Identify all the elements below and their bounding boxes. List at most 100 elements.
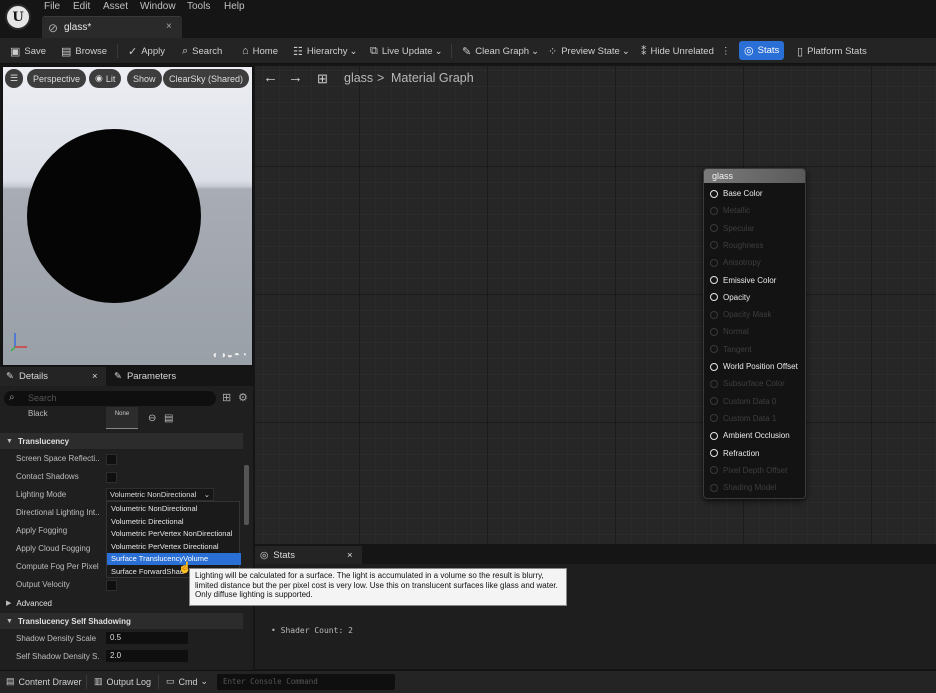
menu-tools[interactable]: Tools: [187, 1, 210, 12]
sky-preset-button[interactable]: ClearSky (Shared): [163, 69, 250, 88]
lighting-mode-dropdown[interactable]: Volumetric NonDirectional ⌄: [106, 488, 214, 501]
pin-label: Custom Data 1: [723, 413, 777, 423]
shadow-density-input[interactable]: 0.5: [106, 632, 188, 644]
tab-details[interactable]: ✎ Details ×: [0, 367, 106, 386]
tab-stats[interactable]: ◎ Stats ×: [255, 546, 362, 564]
viewport-menu-button[interactable]: ☰: [5, 69, 23, 88]
clean-graph-button[interactable]: ✎ Clean Graph ⌄: [462, 43, 539, 59]
pin-circle-icon[interactable]: [710, 293, 718, 302]
search-button[interactable]: ⌕ Search: [182, 43, 222, 59]
close-icon[interactable]: ×: [166, 21, 172, 32]
node-pin[interactable]: Base Color: [710, 189, 763, 198]
chevron-down-icon: ⌄: [200, 676, 209, 686]
pin-circle-icon[interactable]: [710, 431, 718, 440]
translucency-category[interactable]: ▼ Translucency: [0, 433, 243, 449]
material-graph-canvas[interactable]: ← → ⊞ glass > Material Graph: [255, 66, 936, 544]
folder-icon: ▤: [61, 45, 72, 58]
ssr-checkbox[interactable]: [106, 454, 117, 465]
stats-button[interactable]: ◎ Stats: [739, 41, 785, 60]
more-options-icon[interactable]: ⋮: [721, 43, 731, 59]
menu-help[interactable]: Help: [224, 1, 245, 12]
output-velocity-checkbox[interactable]: [106, 580, 117, 591]
broom-icon: ✎: [462, 45, 472, 58]
self-shadow-category[interactable]: ▼ Translucency Self Shadowing: [0, 613, 243, 629]
back-arrow-icon[interactable]: ←: [263, 69, 278, 86]
tab-glass[interactable]: ⊘ glass* ×: [42, 16, 182, 38]
lighting-mode-option[interactable]: Volumetric Directional: [107, 516, 241, 528]
preview-shape-icons[interactable]: ◐◑◒◓◔: [213, 350, 248, 361]
menu-edit[interactable]: Edit: [73, 1, 90, 12]
menu-asset[interactable]: Asset: [103, 1, 128, 12]
chevron-down-icon: ⌄: [531, 45, 540, 57]
grid-view-icon[interactable]: ⊞: [222, 391, 231, 404]
lit-button[interactable]: ◉ Lit: [89, 69, 122, 88]
self-shadow-density-input[interactable]: 2.0: [106, 650, 188, 662]
gear-icon[interactable]: ⚙: [238, 391, 248, 404]
lighting-mode-option[interactable]: Volumetric PerVertex NonDirectional: [107, 528, 241, 540]
browse-button[interactable]: ▤ Browse: [61, 43, 107, 59]
pin-circle-icon: [710, 397, 718, 406]
preview-viewport[interactable]: ☰ Perspective ◉ Lit Show ClearSky (Shared…: [2, 66, 253, 366]
pin-label: Roughness: [723, 240, 764, 250]
pin-circle-icon[interactable]: [710, 189, 718, 198]
close-icon[interactable]: ×: [92, 371, 98, 382]
output-log-button[interactable]: ▥ Output Log: [94, 676, 151, 687]
lighting-mode-option[interactable]: Surface TranslucencyVolume: [107, 553, 241, 566]
output-velocity-label: Output Velocity: [16, 580, 70, 589]
reset-arrow-icon[interactable]: ⊖: [148, 413, 156, 424]
node-pin: Custom Data 1: [710, 414, 776, 423]
close-icon[interactable]: ×: [347, 550, 353, 561]
pin-label: Normal: [723, 327, 749, 337]
live-update-label: Live Update: [381, 45, 433, 57]
hierarchy-button[interactable]: ☷ Hierarchy ⌄: [293, 43, 358, 59]
menu-window[interactable]: Window: [140, 1, 176, 12]
chevron-down-icon: ⌄: [434, 45, 443, 57]
pin-label: Tangent: [723, 344, 752, 354]
material-output-node[interactable]: glass Base Color Metallic Specular Roughnes…: [703, 168, 806, 499]
shader-count-text: • Shader Count: 2: [271, 626, 353, 635]
hamburger-icon: ☰: [9, 73, 19, 83]
browse-folder-icon[interactable]: ▤: [164, 413, 173, 424]
live-update-button[interactable]: ⧉ Live Update ⌄: [370, 43, 443, 59]
tab-parameters[interactable]: ✎ Parameters: [108, 367, 248, 386]
breadcrumb-root[interactable]: glass: [344, 71, 373, 85]
browse-label: Browse: [75, 45, 108, 57]
forward-arrow-icon[interactable]: →: [288, 69, 303, 86]
pin-circle-icon[interactable]: [710, 449, 718, 457]
details-scrollbar[interactable]: [244, 465, 249, 525]
node-pin[interactable]: Refraction: [710, 449, 759, 458]
node-pin[interactable]: Opacity: [710, 293, 750, 302]
contact-shadows-checkbox[interactable]: [106, 472, 117, 483]
node-pin[interactable]: Ambient Occlusion: [710, 431, 790, 440]
pin-circle-icon: [710, 466, 718, 475]
texture-thumbnail[interactable]: None: [106, 407, 138, 429]
pin-circle-icon[interactable]: [710, 362, 718, 371]
platform-stats-button[interactable]: ▯ Platform Stats: [797, 43, 867, 59]
node-pin[interactable]: World Position Offset: [710, 362, 798, 371]
stats-panel: ◎ Stats × • Shader Count: 2: [255, 546, 936, 669]
show-button[interactable]: Show: [127, 69, 162, 88]
lighting-mode-option[interactable]: Volumetric NonDirectional: [107, 503, 241, 515]
pin-circle-icon[interactable]: [710, 276, 718, 284]
menu-file[interactable]: File: [44, 1, 60, 12]
console-command-input[interactable]: Enter Console Command: [217, 674, 395, 690]
details-search-input[interactable]: ⌕ Search: [4, 391, 216, 406]
clean-graph-label: Clean Graph: [475, 45, 530, 57]
unreal-logo-icon[interactable]: U: [5, 4, 31, 30]
preview-state-button[interactable]: ⁘ Preview State ⌄: [548, 43, 630, 59]
cmd-button[interactable]: ▭ Cmd ⌄: [166, 676, 208, 687]
node-pin: Opacity Mask: [710, 310, 771, 319]
home-button[interactable]: ⌂ Home: [242, 43, 278, 59]
apply-button[interactable]: ✓ Apply: [128, 43, 165, 59]
perspective-button[interactable]: Perspective: [27, 69, 87, 88]
node-pin[interactable]: Emissive Color: [710, 276, 776, 285]
toolbar-divider: [451, 44, 452, 58]
material-editor-window: File Edit Asset Window Tools Help U ⊘ gl…: [0, 0, 936, 693]
self-shadow-header: Translucency Self Shadowing: [17, 616, 131, 626]
pin-circle-icon: [710, 345, 718, 354]
content-drawer-button[interactable]: ▤ Content Drawer: [6, 676, 82, 687]
save-button[interactable]: ▣ Save: [10, 43, 46, 59]
hide-unrelated-button[interactable]: ⁑ Hide Unrelated: [641, 43, 714, 59]
directional-lighting-label: Directional Lighting Int...: [16, 508, 100, 517]
lighting-mode-option[interactable]: Volumetric PerVertex Directional: [107, 541, 241, 553]
